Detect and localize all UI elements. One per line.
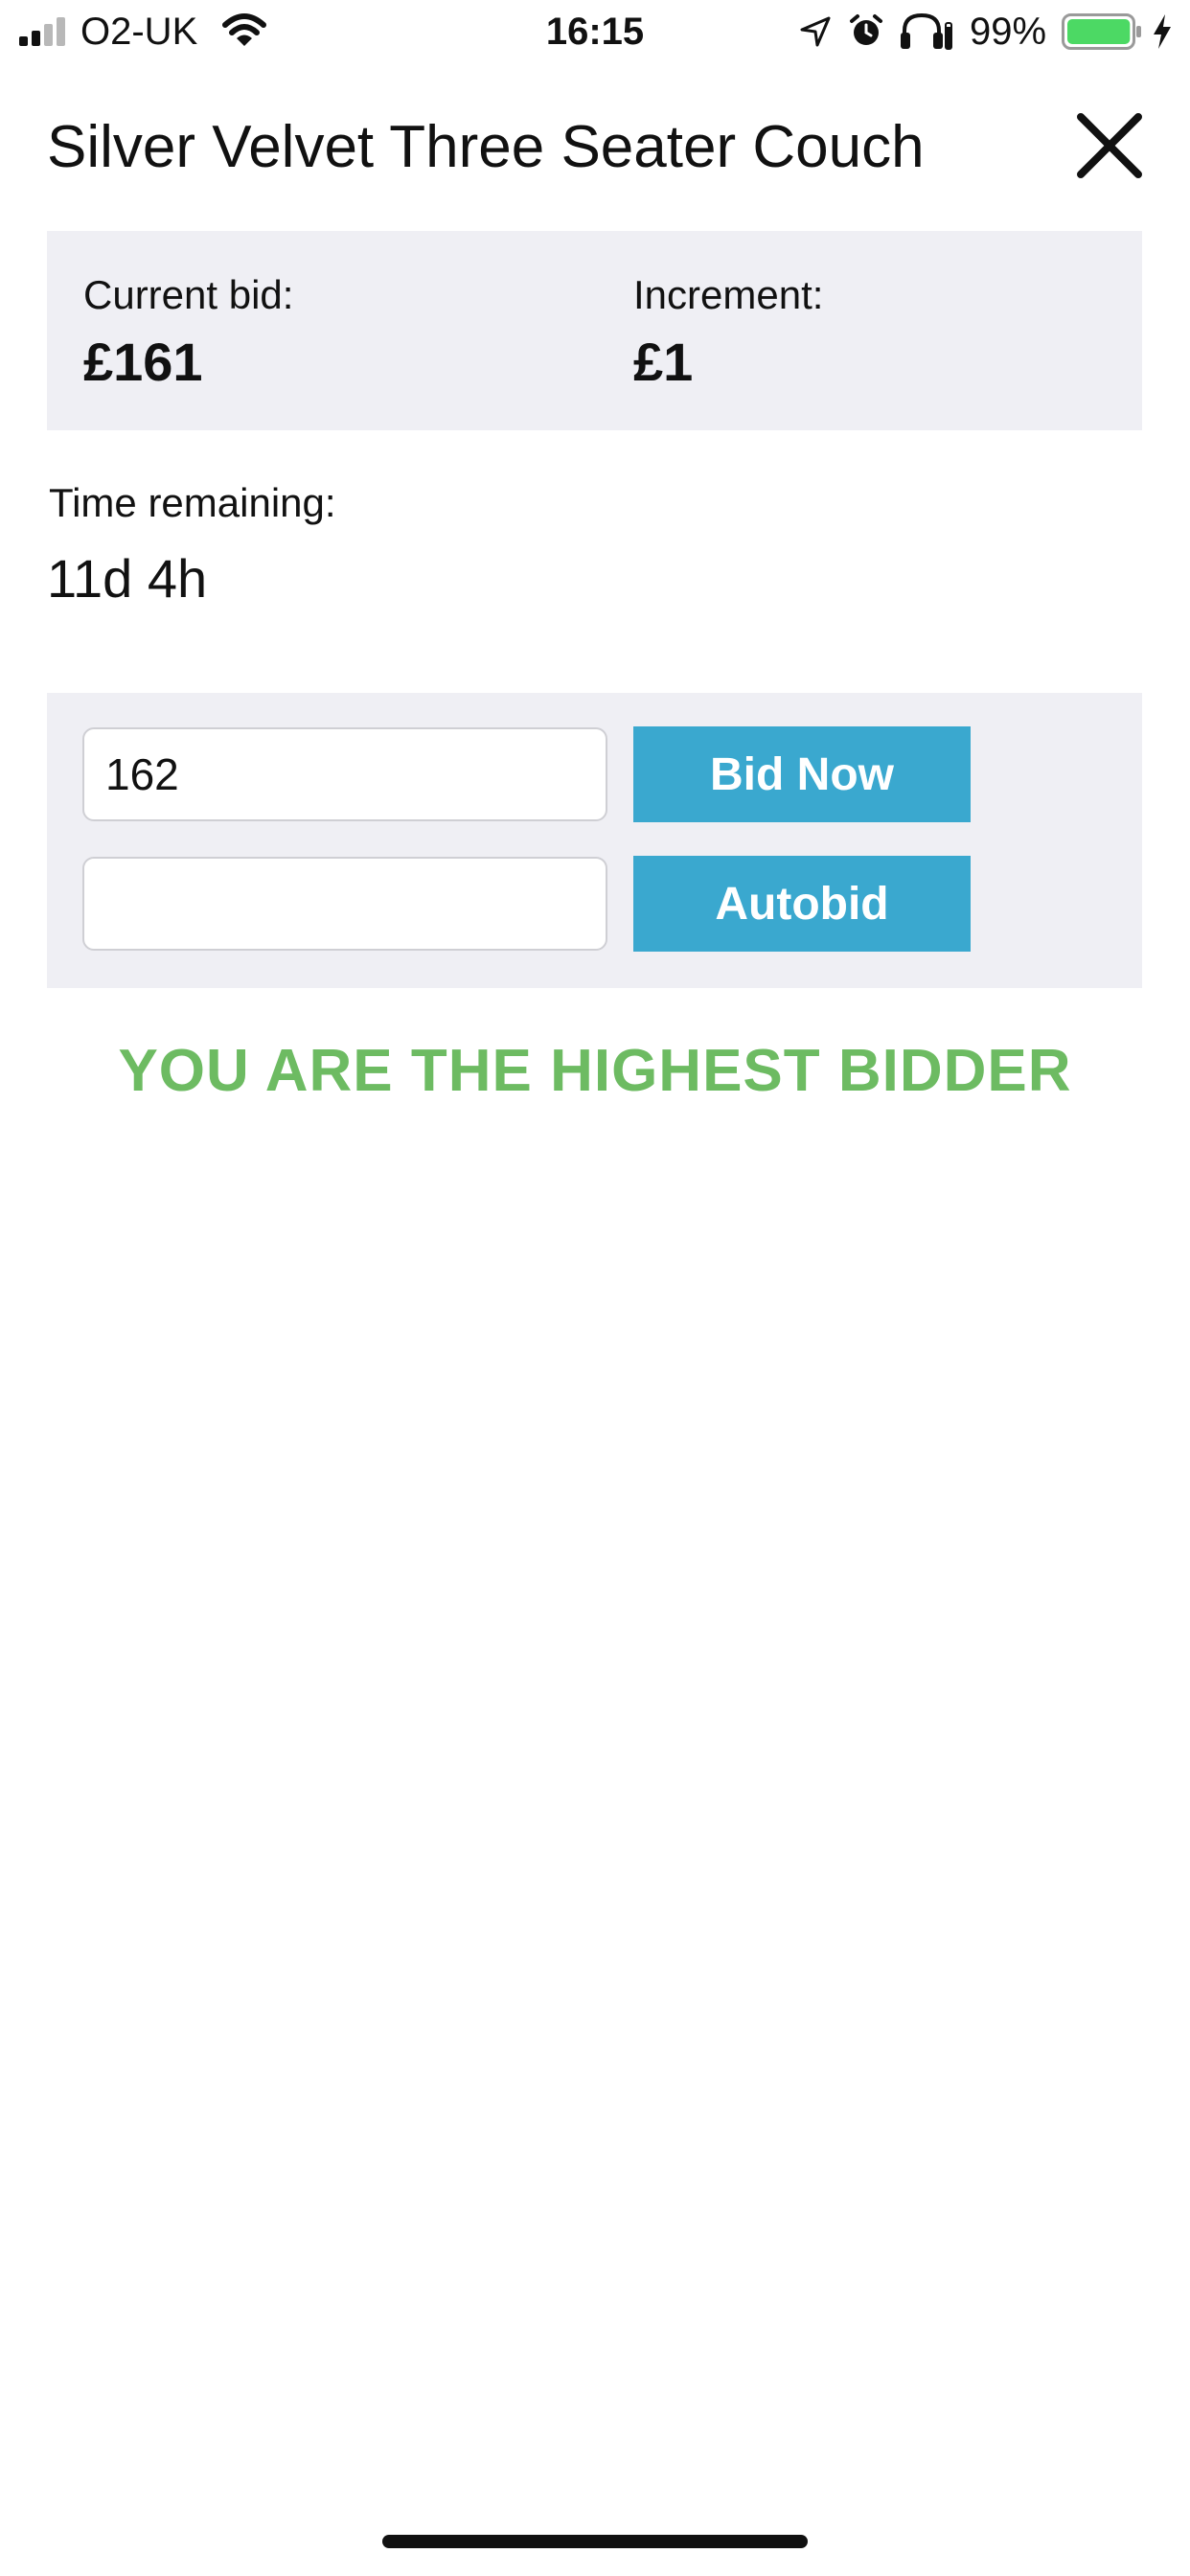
increment-label: Increment: [633, 272, 824, 317]
item-title: Silver Velvet Three Seater Couch [47, 114, 925, 180]
bid-info-panel: Current bid: £161 Increment: £1 [47, 231, 1142, 430]
alarm-icon [850, 14, 882, 45]
time-remaining-label: Time remaining: [49, 480, 336, 525]
increment-value: £1 [633, 332, 694, 392]
time-remaining-value: 11d 4h [47, 548, 208, 609]
status-bar: O2-UK 16:15 99% [0, 0, 1190, 63]
autobid-input[interactable] [82, 857, 607, 951]
current-bid-label: Current bid: [83, 272, 294, 317]
headphones-icon [901, 12, 952, 50]
battery-percentage: 99% [970, 11, 1047, 53]
bid-now-button[interactable]: Bid Now [633, 726, 971, 822]
home-indicator[interactable] [382, 2535, 808, 2548]
close-icon [1077, 113, 1142, 178]
close-button[interactable] [1071, 107, 1148, 184]
highest-bidder-message: YOU ARE THE HIGHEST BIDDER [118, 1038, 1072, 1104]
charging-icon [1154, 14, 1171, 49]
battery-icon [1062, 13, 1141, 50]
location-arrow-icon [800, 16, 831, 47]
autobid-button[interactable]: Autobid [633, 856, 971, 952]
bid-amount-input[interactable] [82, 727, 607, 821]
bid-form-panel: Bid Now Autobid [47, 693, 1142, 988]
current-bid-value: £161 [83, 332, 203, 392]
